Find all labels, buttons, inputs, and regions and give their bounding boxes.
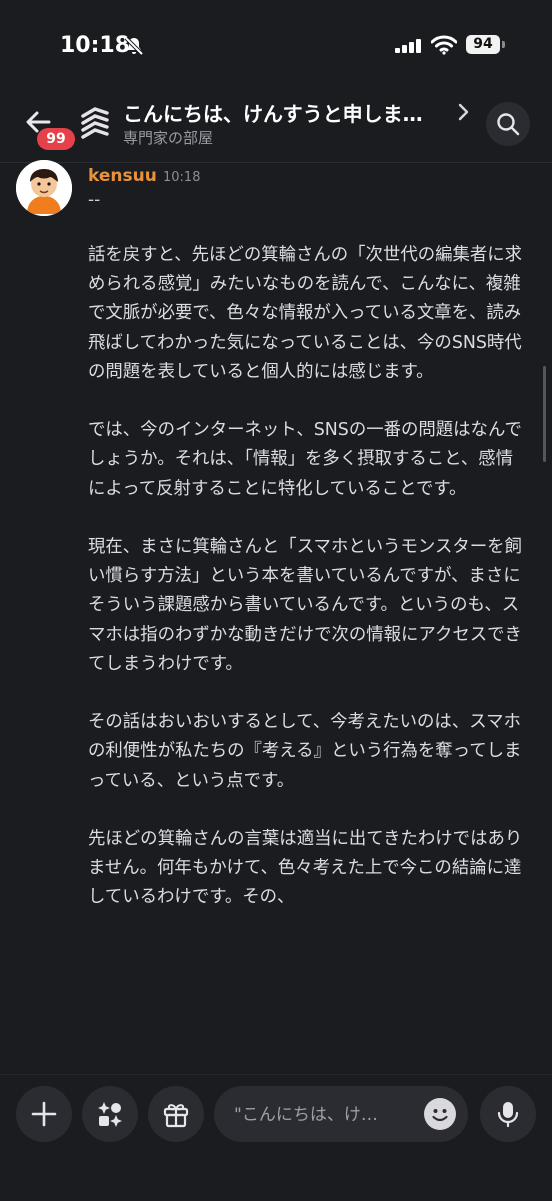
emoji-icon xyxy=(432,1109,448,1122)
message-paragraph: 現在、まさに箕輪さんと「スマホというモンスターを飼い慣らす方法」という本を書いて… xyxy=(88,537,522,674)
battery-tip xyxy=(502,41,505,48)
gift-icon xyxy=(163,1104,189,1128)
message-paragraph: その話はおいおいするとして、今考えたいのは、スマホの利便性が私たちの『考える』と… xyxy=(88,712,522,791)
channel-title[interactable]: こんにちは、けんすうと申しま… xyxy=(123,98,453,127)
search-icon xyxy=(497,113,520,136)
voice-message-button[interactable] xyxy=(480,1086,536,1142)
bell-slash-icon xyxy=(123,35,145,61)
message-separator: -- xyxy=(88,190,101,210)
emoji-button[interactable] xyxy=(424,1098,456,1130)
message-body: 話を戻すと、先ほどの箕輪さんの「次世代の編集者に求められる感覚」みたいなものを読… xyxy=(88,241,528,942)
message-author[interactable]: kensuu xyxy=(88,166,157,186)
add-attachment-button[interactable] xyxy=(16,1086,72,1142)
channel-icon xyxy=(80,106,110,144)
avatar[interactable] xyxy=(16,160,72,216)
status-time: 10:18 xyxy=(60,33,131,58)
chevron-right-icon[interactable] xyxy=(456,102,470,126)
microphone-icon xyxy=(497,1102,519,1128)
message-paragraph: 話を戻すと、先ほどの箕輪さんの「次世代の編集者に求められる感覚」みたいなものを読… xyxy=(88,245,523,382)
plus-icon xyxy=(31,1101,57,1127)
message-paragraph: では、今のインターネット、SNSの一番の問題はなんでしょうか。それは、「情報」を… xyxy=(88,420,522,499)
message-paragraph: 先ほどの箕輪さんの言葉は適当に出てきたわけではありません。何年もかけて、色々考え… xyxy=(88,829,523,908)
channel-subtitle: 専門家の部屋 xyxy=(123,129,214,147)
scrollbar[interactable] xyxy=(543,366,546,462)
message-input[interactable] xyxy=(232,1100,416,1130)
channel-header: 99 こんにちは、けんすうと申しま… 専門家の部屋 xyxy=(0,90,552,163)
message-input-container[interactable] xyxy=(214,1086,468,1142)
message-timestamp: 10:18 xyxy=(163,170,201,185)
status-bar: 10:18 94 xyxy=(0,0,552,90)
wifi-icon xyxy=(430,35,458,59)
battery-level: 94 xyxy=(466,35,500,54)
search-button[interactable] xyxy=(486,102,530,146)
apps-icon xyxy=(98,1102,122,1127)
apps-button[interactable] xyxy=(82,1086,138,1142)
unread-badge: 99 xyxy=(37,128,75,150)
cellular-signal-icon xyxy=(395,38,423,57)
gift-button[interactable] xyxy=(148,1086,204,1142)
